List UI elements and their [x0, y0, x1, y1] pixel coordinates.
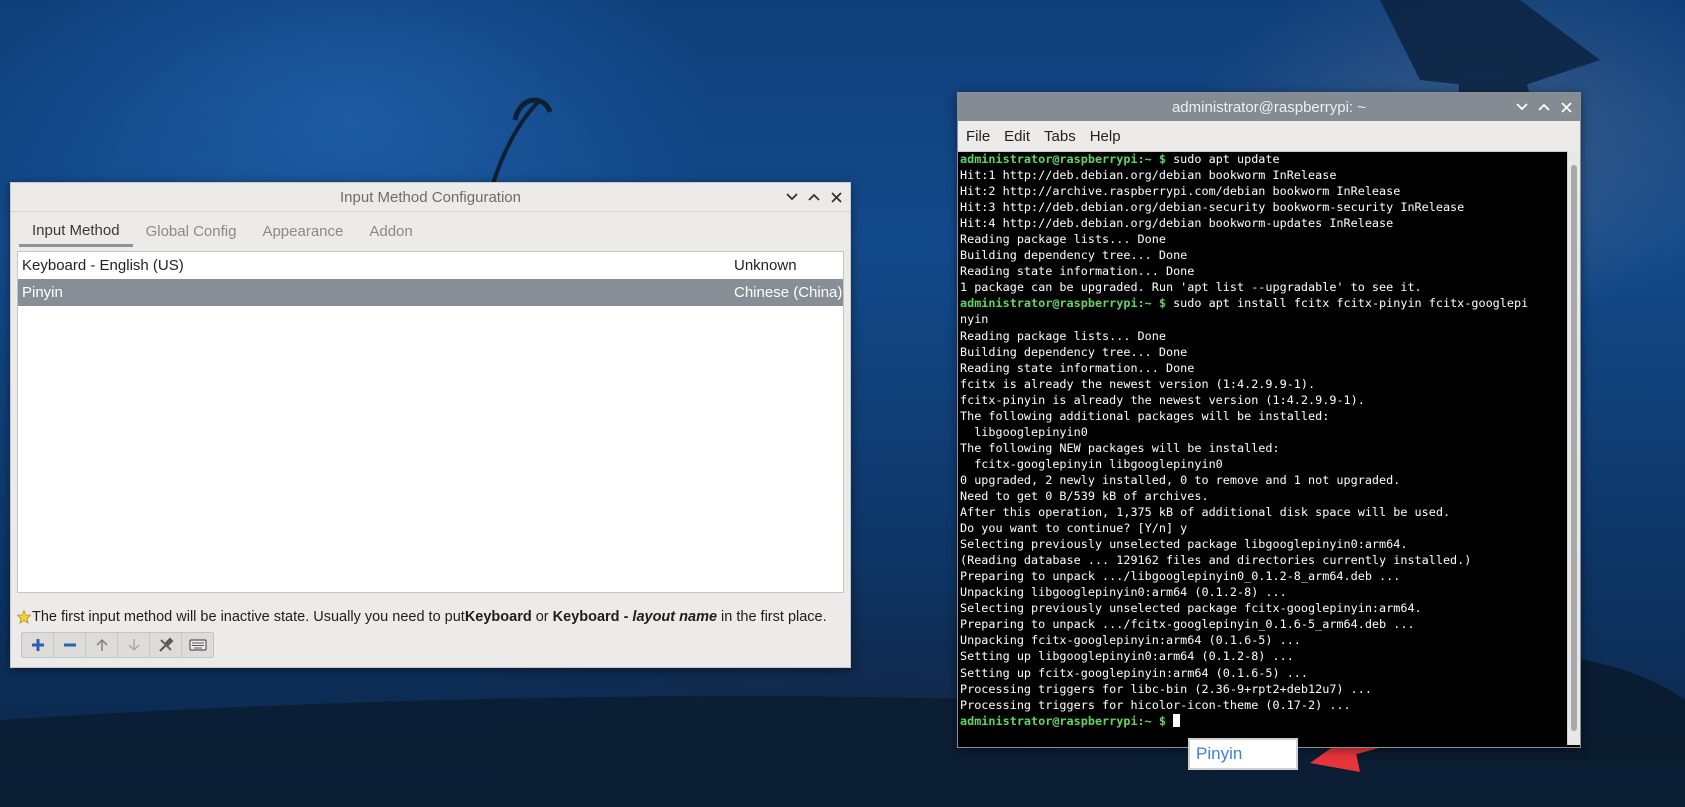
terminal-line: Preparing to unpack .../libgooglepinyin0…	[960, 569, 1401, 584]
terminal-line: 0 upgraded, 2 newly installed, 0 to remo…	[960, 472, 1401, 487]
input-method-language: Unknown	[734, 257, 797, 274]
move-up-icon	[95, 638, 108, 651]
terminal-line: administrator@raspberrypi:~ $	[960, 713, 1566, 729]
keyboard-layout-icon	[188, 639, 207, 651]
input-method-list: Keyboard - English (US) Unknown Pinyin C…	[17, 251, 844, 593]
terminal-line: Building dependency tree... Done	[960, 248, 1188, 263]
terminal-window: administrator@raspberrypi: ~ File Edit T…	[957, 92, 1581, 748]
terminal-line: Reading state information... Done	[960, 360, 1195, 375]
terminal-line: Processing triggers for hicolor-icon-the…	[960, 697, 1351, 712]
terminal-line: Reading package lists... Done	[960, 232, 1166, 247]
terminal-line: Building dependency tree... Done	[960, 344, 1188, 359]
imc-tab-bar: Input Method Global Config Appearance Ad…	[19, 217, 426, 247]
hint-text-2: or	[531, 609, 553, 625]
menu-file[interactable]: File	[966, 128, 990, 145]
terminal-command: sudo apt install fcitx fcitx-pinyin fcit…	[1173, 296, 1529, 311]
input-method-config-window: Input Method Configuration Input Method …	[10, 182, 851, 668]
list-item-pinyin[interactable]: Pinyin Chinese (China)	[18, 279, 843, 306]
input-method-name: Keyboard - English (US)	[22, 257, 184, 274]
terminal-line: 1 package can be upgraded. Run 'apt list…	[960, 280, 1422, 295]
hint-bold-keyboard-dash: Keyboard -	[552, 609, 633, 625]
terminal-scroll-thumb[interactable]	[1571, 165, 1577, 731]
tab-addon[interactable]: Addon	[356, 217, 425, 247]
terminal-line: fcitx-googlepinyin libgooglepinyin0	[960, 456, 1223, 471]
terminal-line: The following additional packages will b…	[960, 408, 1330, 423]
add-icon	[31, 639, 44, 651]
terminal-line: Preparing to unpack .../fcitx-googlepiny…	[960, 617, 1415, 632]
configure-icon	[158, 637, 173, 652]
move-down-icon	[127, 639, 140, 652]
close-icon[interactable]	[828, 189, 844, 205]
terminal-prompt: administrator@raspberrypi:~ $	[960, 152, 1174, 166]
ime-status-label: Pinyin	[1196, 744, 1243, 763]
terminal-line: (Reading database ... 129162 files and d…	[960, 553, 1472, 568]
input-method-name: Pinyin	[22, 284, 63, 301]
terminal-line: The following NEW packages will be insta…	[960, 440, 1280, 455]
input-method-toolbar	[21, 632, 214, 658]
minimize-icon[interactable]	[1514, 99, 1530, 115]
list-item-keyboard-english-us[interactable]: Keyboard - English (US) Unknown	[18, 252, 843, 279]
configure-input-method-button[interactable]	[150, 633, 182, 657]
terminal-line: fcitx-pinyin is already the newest versi…	[960, 392, 1365, 407]
terminal-prompt: administrator@raspberrypi:~ $	[960, 296, 1174, 311]
terminal-scrollbar[interactable]	[1567, 151, 1580, 745]
terminal-line: Hit:3 http://deb.debian.org/debian-secur…	[960, 200, 1465, 215]
terminal-cursor	[1173, 713, 1181, 727]
terminal-line: Setting up libgooglepinyin0:arm64 (0.1.2…	[960, 649, 1294, 664]
terminal-command: sudo apt update	[1173, 152, 1280, 166]
terminal-line: Need to get 0 B/539 kB of archives.	[960, 488, 1209, 503]
terminal-menubar: File Edit Tabs Help	[958, 121, 1580, 152]
maximize-icon[interactable]	[806, 189, 822, 205]
imc-titlebar[interactable]: Input Method Configuration	[11, 183, 850, 212]
terminal-line: Reading state information... Done	[960, 264, 1195, 279]
terminal-line: fcitx is already the newest version (1:4…	[960, 376, 1316, 391]
hint-star-icon	[17, 610, 31, 624]
hint-italic-layout-name: layout name	[632, 609, 718, 625]
terminal-line: Do you want to continue? [Y/n] y	[960, 521, 1188, 536]
terminal-line: libgooglepinyin0	[960, 424, 1088, 439]
terminal-line: Selecting previously unselected package …	[960, 601, 1422, 616]
tab-appearance[interactable]: Appearance	[249, 217, 356, 247]
menu-tabs[interactable]: Tabs	[1044, 128, 1076, 145]
tab-input-method[interactable]: Input Method	[19, 217, 133, 247]
input-method-language: Chinese (China)	[734, 284, 843, 301]
terminal-window-title: administrator@raspberrypi: ~	[1171, 98, 1367, 116]
hint-text-1: The first input method will be inactive …	[32, 609, 465, 625]
terminal-line: Processing triggers for libc-bin (2.36-9…	[960, 681, 1372, 696]
terminal-line: After this operation, 1,375 kB of additi…	[960, 505, 1451, 520]
maximize-icon[interactable]	[1536, 99, 1552, 115]
menu-edit[interactable]: Edit	[1004, 128, 1030, 145]
remove-icon	[63, 643, 76, 647]
close-icon[interactable]	[1558, 99, 1574, 115]
terminal-line: Unpacking libgooglepinyin0:arm64 (0.1.2-…	[960, 585, 1287, 600]
minimize-icon[interactable]	[784, 189, 800, 205]
add-input-method-button[interactable]	[22, 633, 54, 657]
terminal-output[interactable]: administrator@raspberrypi:~ $ sudo apt u…	[960, 151, 1566, 745]
terminal-line: administrator@raspberrypi:~ $ sudo apt i…	[960, 295, 1566, 311]
hint-text-3: in the first place.	[717, 609, 827, 625]
terminal-line: nyin	[960, 312, 989, 327]
tab-global-config[interactable]: Global Config	[133, 217, 250, 247]
terminal-line: Hit:1 http://deb.debian.org/debian bookw…	[960, 168, 1337, 183]
menu-help[interactable]: Help	[1090, 128, 1121, 145]
move-down-button[interactable]	[118, 633, 150, 657]
terminal-line: Hit:2 http://archive.raspberrypi.com/deb…	[960, 184, 1401, 199]
terminal-prompt: administrator@raspberrypi:~ $	[960, 713, 1174, 728]
keyboard-layout-button[interactable]	[182, 633, 213, 657]
terminal-line: administrator@raspberrypi:~ $ sudo apt u…	[960, 151, 1566, 167]
hint-bold-keyboard: Keyboard	[464, 609, 532, 625]
terminal-line: Setting up fcitx-googlepinyin:arm64 (0.1…	[960, 665, 1309, 680]
first-method-hint: The first input method will be inactive …	[17, 609, 847, 625]
ime-status-indicator[interactable]: Pinyin	[1188, 738, 1298, 770]
move-up-button[interactable]	[86, 633, 118, 657]
imc-window-title: Input Method Configuration	[340, 188, 521, 206]
remove-input-method-button[interactable]	[54, 633, 86, 657]
terminal-line: Reading package lists... Done	[960, 328, 1166, 343]
terminal-line: Hit:4 http://deb.debian.org/debian bookw…	[960, 216, 1394, 231]
terminal-line: Selecting previously unselected package …	[960, 537, 1408, 552]
terminal-titlebar[interactable]: administrator@raspberrypi: ~	[958, 93, 1580, 121]
terminal-line: Unpacking fcitx-googlepinyin:arm64 (0.1.…	[960, 633, 1301, 648]
